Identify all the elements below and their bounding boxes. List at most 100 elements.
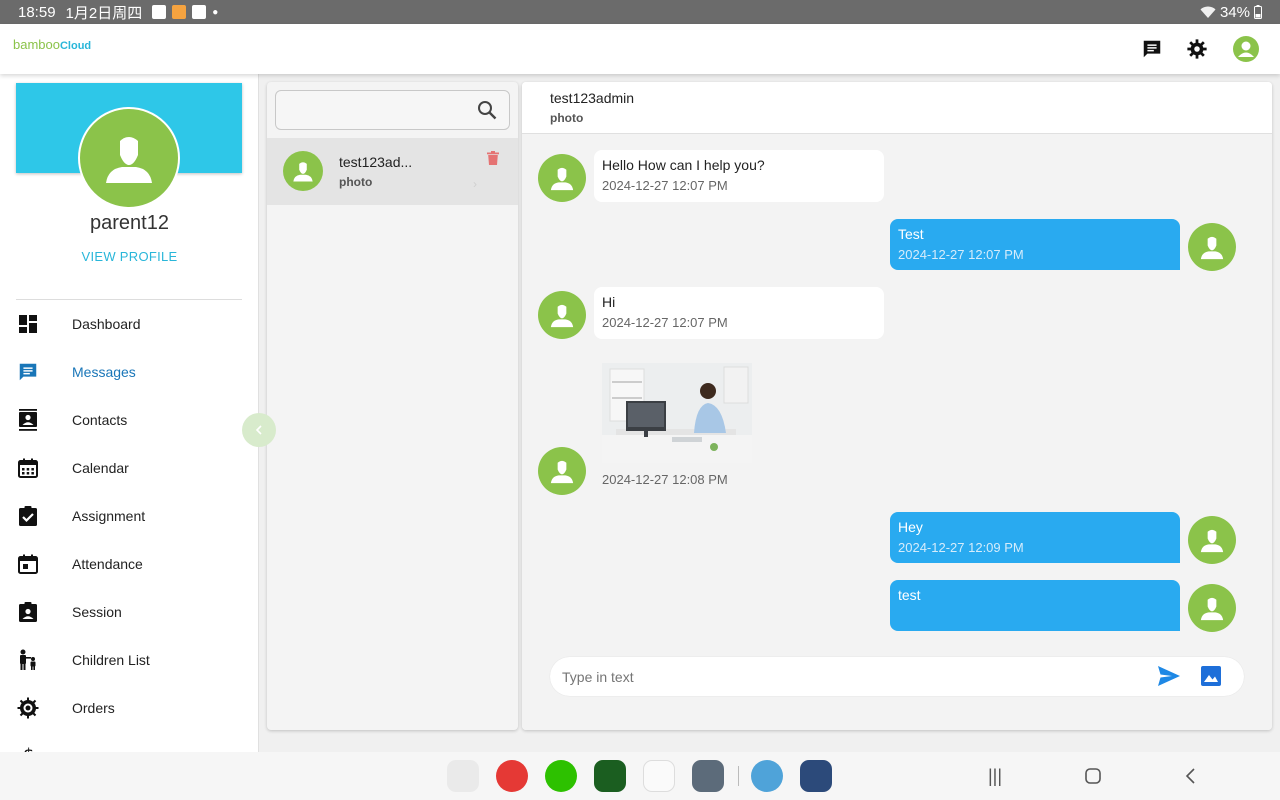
message-text: Hi: [602, 294, 616, 310]
send-icon[interactable]: [1157, 665, 1181, 687]
sidebar-item-label: Contacts: [72, 412, 128, 428]
my-avatar: [1188, 584, 1236, 632]
collapse-sidebar-button[interactable]: [242, 413, 276, 447]
left-sidebar: parent12 VIEW PROFILE Dashboard Messages…: [0, 74, 259, 752]
sidebar-item-label: Attendance: [72, 556, 143, 572]
conversation-search[interactable]: [275, 90, 510, 130]
battery-icon: [1254, 5, 1262, 19]
conversation-avatar: [283, 151, 323, 191]
search-input[interactable]: [286, 99, 466, 121]
status-time: 18:59: [18, 3, 56, 21]
message-bubble-outgoing[interactable]: Hey 2024-12-27 12:09 PM: [890, 512, 1180, 563]
assignment-icon: [17, 505, 39, 527]
image-upload-icon[interactable]: [1200, 665, 1222, 687]
system-status-bar: 18:59 1月2日周四 ● 34%: [0, 0, 1280, 24]
profile-avatar[interactable]: [78, 107, 180, 209]
sidebar-item-contacts[interactable]: Contacts: [0, 396, 258, 444]
sidebar-item-attendance[interactable]: Attendance: [0, 540, 258, 588]
message-time: 2024-12-27 12:07 PM: [898, 247, 1024, 262]
money-icon: $: [17, 745, 39, 752]
contacts-icon: [17, 409, 39, 431]
sidebar-item-assignment[interactable]: Assignment: [0, 492, 258, 540]
sidebar-item-partial[interactable]: $: [0, 732, 258, 752]
message-text: test: [898, 587, 921, 603]
message-list[interactable]: Hello How can I help you? 2024-12-27 12:…: [522, 134, 1272, 657]
attendance-icon: [17, 553, 39, 575]
sidebar-item-session[interactable]: Session: [0, 588, 258, 636]
message-bubble-outgoing[interactable]: Test 2024-12-27 12:07 PM: [890, 219, 1180, 270]
svg-text:$: $: [23, 745, 34, 752]
conversation-last-message: photo: [339, 175, 373, 189]
view-profile-link[interactable]: VIEW PROFILE: [0, 249, 258, 264]
session-icon: [17, 601, 39, 623]
browser-icon[interactable]: [751, 760, 783, 792]
app-notification-icon: [172, 5, 187, 19]
conversation-list-panel: test123ad... photo ›: [267, 82, 518, 730]
conversation-item[interactable]: test123ad... photo ›: [267, 138, 518, 205]
app-icon-white[interactable]: [643, 760, 675, 792]
dock-divider: [738, 766, 739, 786]
wifi-icon: [1200, 6, 1216, 18]
dashboard-icon: [17, 313, 39, 335]
my-avatar: [1188, 516, 1236, 564]
search-icon[interactable]: [477, 100, 497, 120]
sidebar-item-children-list[interactable]: Children List: [0, 636, 258, 684]
home-button[interactable]: [1081, 764, 1105, 788]
sidebar-item-messages[interactable]: Messages: [0, 348, 258, 396]
conversation-name: test123ad...: [339, 154, 413, 170]
message-text: Hey: [898, 519, 923, 535]
message-time: 2024-12-27 12:09 PM: [898, 540, 1024, 555]
battery-percentage: 34%: [1219, 3, 1250, 21]
app-icon-green[interactable]: [594, 760, 626, 792]
chat-contact-name: test123admin: [550, 90, 635, 106]
wechat-icon[interactable]: [545, 760, 577, 792]
app-drawer-icon[interactable]: [692, 760, 724, 792]
sidebar-item-label: Messages: [72, 364, 136, 380]
message-icon[interactable]: [1139, 36, 1165, 62]
calendar-icon: [17, 457, 39, 479]
sidebar-item-label: Calendar: [72, 460, 129, 476]
sidebar-item-label: Orders: [72, 700, 115, 716]
check-notification-icon: [192, 5, 207, 19]
message-input-box[interactable]: [550, 657, 1244, 696]
app-folder-icon[interactable]: [447, 760, 479, 792]
app-icon-red[interactable]: [496, 760, 528, 792]
chevron-left-icon: [255, 425, 262, 435]
settings-app-icon[interactable]: [800, 760, 832, 792]
more-notifications-dot-icon: ●: [212, 6, 219, 18]
message-bubble-outgoing[interactable]: test: [890, 580, 1180, 631]
profile-name: parent12: [90, 212, 169, 234]
sidebar-item-dashboard[interactable]: Dashboard: [0, 300, 258, 348]
bamboo-cloud-logo[interactable]: bambooCloud: [13, 37, 91, 52]
message-text: Hello How can I help you?: [602, 157, 765, 173]
system-navigation-bar: |||: [0, 752, 1280, 800]
chevron-right-icon: ›: [473, 177, 477, 191]
sender-avatar: [538, 291, 586, 339]
chat-panel: test123admin photo Hello How can I help …: [522, 82, 1272, 730]
sender-avatar: [538, 154, 586, 202]
message-composer: [522, 657, 1272, 730]
orders-icon: [17, 697, 39, 719]
chat-subtitle: photo: [550, 111, 584, 125]
delete-icon[interactable]: [487, 151, 499, 165]
app-header: bambooCloud: [0, 24, 1280, 74]
message-input[interactable]: [562, 666, 1122, 688]
sender-avatar: [538, 447, 586, 495]
sidebar-item-calendar[interactable]: Calendar: [0, 444, 258, 492]
children-icon: [17, 649, 39, 671]
status-date: 1月2日周四: [65, 4, 143, 22]
gear-icon[interactable]: [1184, 36, 1210, 62]
account-icon[interactable]: [1233, 36, 1259, 62]
sidebar-item-label: Children List: [72, 652, 150, 668]
message-bubble-incoming[interactable]: Hello How can I help you? 2024-12-27 12:…: [594, 150, 884, 202]
recent-apps-button[interactable]: |||: [983, 764, 1007, 788]
sidebar-item-orders[interactable]: Orders: [0, 684, 258, 732]
chat-header: test123admin photo: [522, 82, 1272, 134]
sidebar-item-label: Dashboard: [72, 316, 141, 332]
back-button[interactable]: [1179, 764, 1203, 788]
sidebar-item-label: Session: [72, 604, 122, 620]
message-time: 2024-12-27 12:07 PM: [602, 178, 728, 193]
message-bubble-incoming[interactable]: Hi 2024-12-27 12:07 PM: [594, 287, 884, 339]
message-photo[interactable]: [602, 363, 752, 463]
message-time: 2024-12-27 12:08 PM: [602, 472, 728, 487]
